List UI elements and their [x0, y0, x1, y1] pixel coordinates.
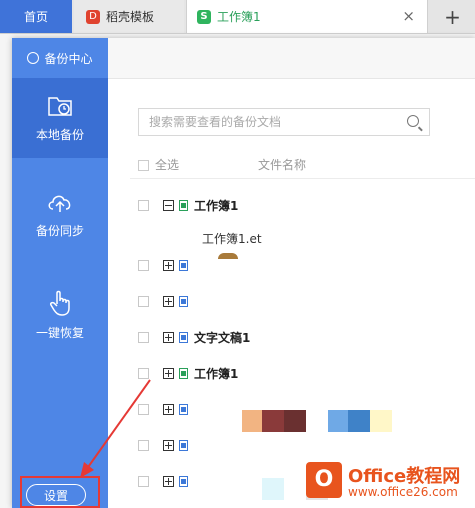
annotation-arrow	[80, 379, 151, 478]
watermark: O Office教程网 www.office26.com	[306, 458, 470, 504]
office-logo-icon: O	[306, 462, 342, 498]
watermark-url: www.office26.com	[348, 485, 458, 499]
